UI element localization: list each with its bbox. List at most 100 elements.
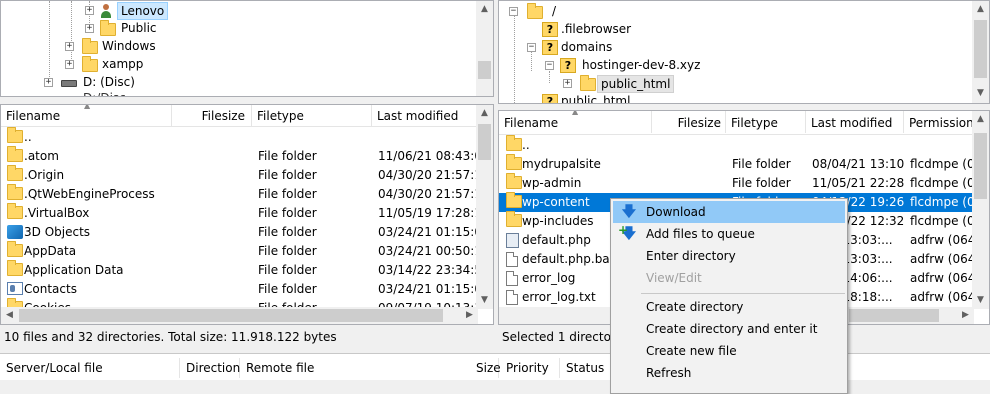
collapse-icon[interactable]: −: [527, 43, 536, 52]
vertical-scrollbar[interactable]: ▲ ▼: [476, 105, 493, 309]
local-status-bar: 10 files and 32 directories. Total size:…: [0, 327, 494, 347]
column-header-status[interactable]: Status: [560, 358, 610, 378]
vertical-scrollbar[interactable]: ▲: [476, 1, 493, 96]
tree-item-label: public_html: [561, 94, 631, 104]
scroll-right-icon[interactable]: ▶: [957, 307, 974, 324]
menu-item-create-directory-and-enter[interactable]: Create directory and enter it: [613, 318, 845, 340]
column-header-size[interactable]: Size: [470, 358, 501, 378]
column-header-filetype[interactable]: Filetype: [726, 111, 806, 133]
menu-item-create-directory[interactable]: Create directory: [613, 296, 845, 318]
column-header-priority[interactable]: Priority: [500, 358, 560, 378]
filename-cell: Contacts: [24, 282, 77, 296]
expand-icon[interactable]: +: [44, 78, 53, 87]
expand-icon[interactable]: +: [65, 60, 74, 69]
tree-item-label: D: (Disc): [83, 75, 135, 89]
column-header-last-modified[interactable]: Last modified: [806, 111, 904, 133]
column-header-permissions[interactable]: Permissions: [904, 111, 974, 133]
scroll-down-icon[interactable]: ▼: [972, 85, 989, 102]
scroll-down-icon[interactable]: ▼: [476, 292, 493, 309]
column-header-remote-file[interactable]: Remote file: [240, 358, 499, 378]
remote-directory-tree[interactable]: − / ? .filebrowser − ? domains − ? hosti…: [498, 0, 990, 104]
filesize-cell: [172, 261, 246, 280]
vertical-scrollbar[interactable]: ▲ ▼: [972, 1, 989, 103]
vertical-scrollbar[interactable]: ▲ ▼: [972, 111, 989, 309]
scroll-thumb[interactable]: [974, 20, 987, 78]
column-header-server-local-file[interactable]: Server/Local file: [0, 358, 180, 378]
column-header-filename[interactable]: Filename: [1, 105, 172, 127]
unknown-folder-icon: ?: [542, 94, 558, 103]
column-header-filesize[interactable]: Filesize: [172, 105, 252, 127]
scroll-up-icon[interactable]: ▲: [476, 1, 493, 18]
filename-cell: Application Data: [24, 263, 124, 277]
table-row[interactable]: Contacts File folder 03/24/21 01:15:03: [1, 280, 478, 299]
last-modified-cell: 03/14/22 23:34:54: [378, 263, 478, 277]
table-row[interactable]: ..: [1, 127, 478, 147]
local-directory-tree[interactable]: + Lenovo + Public + Windows + xampp + D:…: [0, 0, 494, 97]
context-menu: 🡇 Download 🡇 + Add files to queue Enter d…: [610, 198, 848, 394]
menu-item-add-files-to-queue[interactable]: 🡇 + Add files to queue: [613, 223, 845, 245]
expand-icon[interactable]: +: [65, 42, 74, 51]
column-header-last-modified[interactable]: Last modified: [372, 105, 477, 127]
contacts-icon: [7, 282, 23, 295]
scroll-down-icon[interactable]: ▼: [972, 292, 989, 309]
table-row[interactable]: 3D Objects File folder 03/24/21 01:15:03: [1, 223, 478, 242]
scroll-up-icon[interactable]: ▲: [972, 1, 989, 18]
filename-cell: AppData: [24, 244, 77, 258]
scroll-thumb[interactable]: [849, 309, 939, 322]
scroll-thumb[interactable]: [974, 133, 987, 199]
scroll-thumb[interactable]: [19, 309, 443, 322]
column-header-filename[interactable]: Filename: [499, 111, 652, 133]
folder-icon: [7, 165, 23, 181]
local-file-list[interactable]: ▲ Filename Filesize Filetype Last modifi…: [0, 104, 494, 325]
last-modified-cell: 03/24/21 00:50:19: [378, 244, 478, 258]
table-row[interactable]: wp-admin File folder 11/05/21 22:28:... flc…: [499, 173, 974, 193]
expand-icon[interactable]: +: [85, 24, 94, 33]
unknown-folder-icon: ?: [542, 22, 558, 37]
table-row[interactable]: Application Data File folder 03/14/22 23:3…: [1, 260, 478, 280]
tree-item-label: domains: [561, 40, 613, 54]
collapse-icon[interactable]: −: [545, 61, 554, 70]
filetype-cell: File folder: [258, 263, 317, 277]
file-icon: [506, 290, 518, 305]
column-header-filetype[interactable]: Filetype: [252, 105, 372, 127]
menu-item-download[interactable]: 🡇 Download: [613, 201, 845, 223]
table-row[interactable]: .QtWebEngineProcess File folder 04/30/20 2…: [1, 184, 478, 204]
filetype-cell: File folder: [732, 157, 791, 171]
menu-item-enter-directory[interactable]: Enter directory: [613, 245, 845, 267]
column-header-direction[interactable]: Direction: [180, 358, 240, 378]
filename-cell: .QtWebEngineProcess: [24, 187, 155, 201]
collapse-icon[interactable]: −: [509, 7, 518, 16]
scroll-right-icon[interactable]: ▶: [461, 307, 478, 324]
filename-cell: wp-admin: [522, 176, 582, 190]
scroll-up-icon[interactable]: ▲: [972, 111, 989, 128]
table-row[interactable]: .VirtualBox File folder 11/05/19 17:28:16: [1, 203, 478, 223]
scroll-thumb[interactable]: [478, 61, 491, 79]
list-header: ▲ Filename Filesize Filetype Last modifi…: [1, 105, 493, 127]
tree-item-label: Public: [121, 21, 157, 35]
download-arrow-icon: 🡇: [621, 204, 637, 220]
last-modified-cell: 04/30/20 21:57:14: [378, 168, 478, 182]
table-row[interactable]: AppData File folder 03/24/21 00:50:19: [1, 241, 478, 261]
table-row[interactable]: ..: [499, 135, 974, 155]
list-header: ▲ Filename Filesize Filetype Last modifi…: [499, 111, 989, 135]
tree-item-label: /: [552, 4, 557, 18]
last-modified-cell: 11/05/19 17:28:16: [378, 206, 478, 220]
table-row[interactable]: .Origin File folder 04/30/20 21:57:14: [1, 165, 478, 185]
expand-icon[interactable]: +: [85, 6, 94, 15]
expand-icon[interactable]: +: [563, 79, 572, 88]
scroll-up-icon[interactable]: ▲: [476, 105, 493, 122]
last-modified-cell: [812, 136, 904, 155]
filesize-cell: [172, 204, 246, 223]
permissions-cell: flcdmpe (0...: [910, 157, 974, 171]
horizontal-scrollbar[interactable]: ◀ ▶: [1, 307, 478, 324]
unknown-folder-icon: ?: [560, 58, 576, 73]
scroll-thumb[interactable]: [478, 124, 491, 160]
menu-item-refresh[interactable]: Refresh: [613, 362, 845, 384]
menu-item-create-new-file[interactable]: Create new file: [613, 340, 845, 362]
folder-icon: [506, 173, 522, 189]
permissions-cell: flcdmpe (0...: [910, 195, 974, 209]
table-row[interactable]: mydrupalsite File folder 08/04/21 13:10:..…: [499, 154, 974, 174]
table-row[interactable]: .atom File folder 11/06/21 08:43:08: [1, 146, 478, 166]
scroll-left-icon[interactable]: ◀: [1, 307, 18, 324]
column-header-filesize[interactable]: Filesize: [652, 111, 726, 133]
